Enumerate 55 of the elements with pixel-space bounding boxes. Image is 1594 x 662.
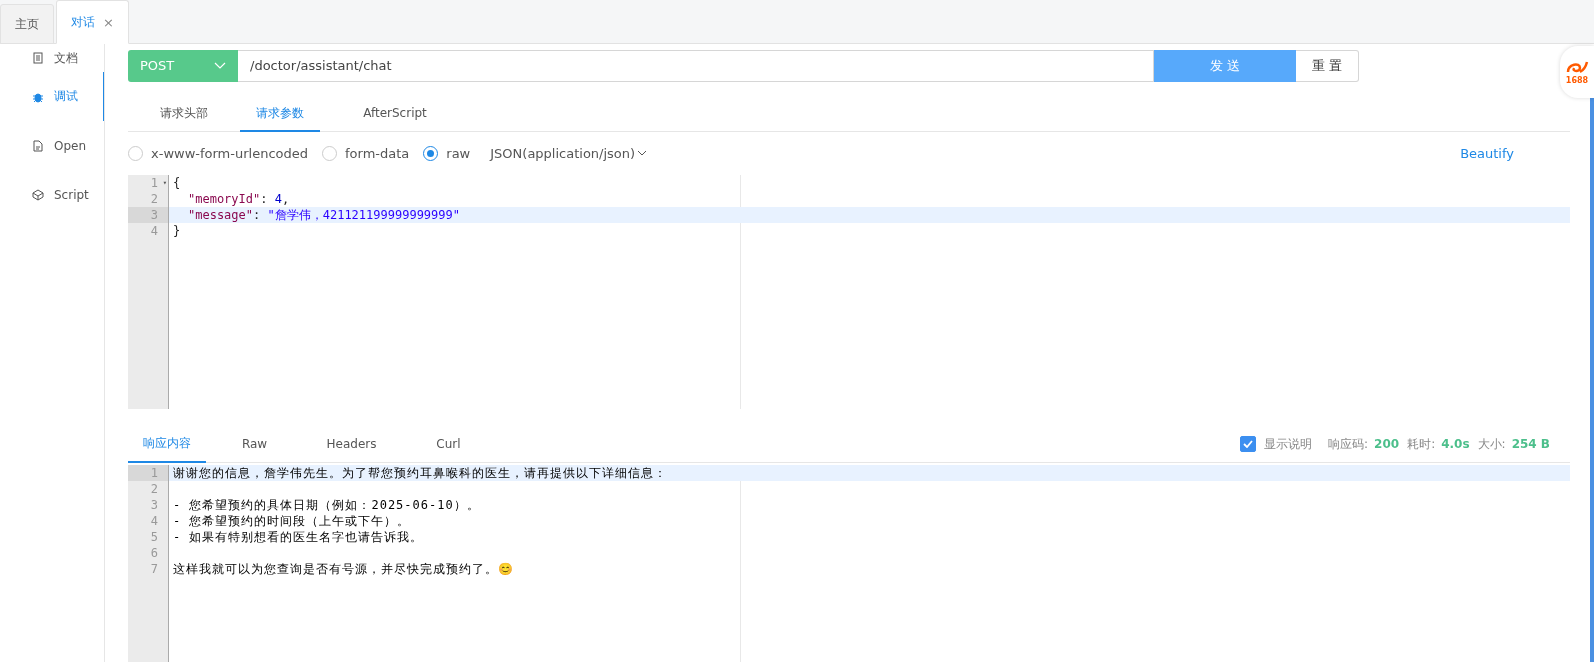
- code-line: - 您希望预约的具体日期（例如：2025-06-10）。: [172, 496, 481, 513]
- body-type-radio[interactable]: form-data: [322, 146, 410, 162]
- code-line: - 您希望预约的时间段（上午或下午）。: [172, 512, 412, 529]
- stat-label: 响应码:: [1328, 435, 1369, 453]
- url-field[interactable]: /doctor/assistant/chat: [238, 50, 1154, 82]
- sidebar-item[interactable]: 调试: [0, 72, 104, 121]
- file-icon: [32, 139, 44, 152]
- radio-label: raw: [446, 146, 471, 162]
- radio-label: form-data: [345, 146, 410, 162]
- reset-button[interactable]: 重 置: [1296, 50, 1359, 82]
- line-number: 6: [149, 544, 159, 561]
- document-icon: [32, 52, 44, 64]
- line-number: 7: [149, 560, 159, 577]
- sidebar-item[interactable]: 文档: [0, 44, 104, 72]
- line-number: 3: [149, 496, 159, 513]
- check-icon: [1243, 440, 1253, 449]
- request-tab[interactable]: 请求头部: [128, 96, 240, 133]
- line-number: 1: [128, 464, 168, 481]
- sidebar-item[interactable]: Open: [0, 121, 104, 170]
- stat-value: 254 B: [1511, 437, 1550, 452]
- chevron-down-icon: [637, 150, 648, 158]
- stat-label: 大小:: [1477, 435, 1506, 453]
- checkbox-label: 显示说明: [1264, 435, 1312, 453]
- swirl-logo-icon: [1565, 59, 1589, 76]
- line-number: 5: [149, 528, 159, 545]
- page-tab[interactable]: 对话 ×: [56, 0, 129, 44]
- line-number: 3: [128, 207, 168, 224]
- stat-label: 耗时:: [1407, 435, 1436, 453]
- code-line: "memoryId": 4,: [187, 191, 291, 208]
- cube-icon: [32, 188, 44, 201]
- code-line: {: [172, 175, 182, 192]
- response-tab[interactable]: Curl: [400, 427, 497, 463]
- response-tab[interactable]: Raw: [206, 427, 303, 463]
- response-tab[interactable]: 响应内容: [128, 427, 206, 463]
- bug-icon: [32, 90, 44, 103]
- stat-value: 200: [1374, 437, 1400, 452]
- close-icon[interactable]: ×: [103, 14, 114, 30]
- content-type-select[interactable]: JSON(application/json): [490, 146, 648, 162]
- code-line: 这样我就可以为您查询是否有号源，并尽快完成预约了。😊: [172, 560, 515, 577]
- sidebar-item[interactable]: Script: [0, 170, 104, 219]
- checkbox[interactable]: [1240, 436, 1256, 453]
- body-type-radio[interactable]: raw: [423, 146, 471, 162]
- line-number: 2: [149, 191, 159, 208]
- page-tab[interactable]: 主页: [0, 4, 54, 44]
- code-line: - 如果有特别想看的医生名字也请告诉我。: [172, 528, 425, 545]
- stat-value: 4.0s: [1441, 437, 1470, 452]
- code-line: }: [172, 223, 182, 240]
- request-tab[interactable]: 请求参数: [240, 96, 320, 133]
- beautify-link[interactable]: Beautify: [1460, 146, 1514, 162]
- line-number: 4: [149, 512, 159, 529]
- request-tab[interactable]: AfterScript: [320, 96, 470, 133]
- line-number: 4: [149, 223, 159, 240]
- response-tab[interactable]: Headers: [303, 427, 400, 463]
- line-number: 2: [149, 480, 159, 497]
- chevron-down-icon: [214, 61, 226, 70]
